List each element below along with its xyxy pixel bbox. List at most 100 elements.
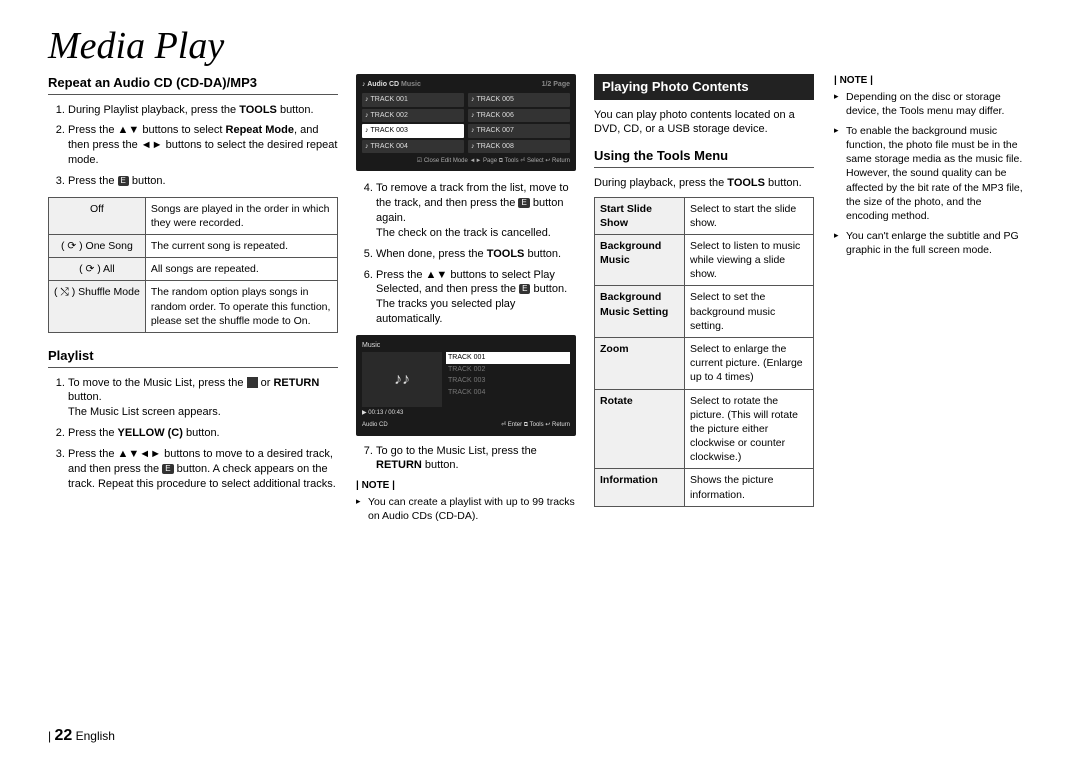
section-tools-header: Using the Tools Menu: [594, 147, 814, 168]
note-item: You can create a playlist with up to 99 …: [356, 495, 576, 523]
table-row: ( ⤭ ) Shuffle ModeThe random option play…: [49, 281, 338, 333]
text: Press the ▲▼ buttons to select: [68, 124, 226, 136]
section-photo-header: Playing Photo Contents: [594, 74, 814, 100]
table-row: Background MusicSelect to listen to musi…: [595, 234, 814, 286]
note-item: You can't enlarge the subtitle and PG gr…: [834, 229, 1024, 257]
content-columns: Repeat an Audio CD (CD-DA)/MP3 During Pl…: [48, 74, 1032, 529]
mode: ( ⟳ ) All: [49, 258, 146, 281]
table-row: Start Slide ShowSelect to start the slid…: [595, 197, 814, 234]
bold: TOOLS: [239, 104, 277, 116]
val: Select to set the background music setti…: [685, 286, 814, 338]
screenshot-header: ♪ Audio CD Music1/2 Page: [362, 80, 570, 89]
text: button.: [129, 175, 166, 187]
page-footer: | 22 English: [48, 727, 115, 745]
table-row: Background Music SettingSelect to set th…: [595, 286, 814, 338]
note-list: You can create a playlist with up to 99 …: [356, 495, 576, 523]
section-playlist-header: Playlist: [48, 347, 338, 368]
key: Information: [595, 469, 685, 506]
bold: RETURN: [273, 377, 319, 389]
note-header: | NOTE |: [356, 479, 576, 493]
intro-text: You can play photo contents located on a…: [594, 108, 814, 138]
album-art: ♪♪: [362, 352, 442, 407]
text: During Playlist playback, press the: [68, 104, 239, 116]
enter-icon: E: [118, 176, 129, 186]
track-cell: ♪ TRACK 002: [362, 109, 464, 122]
track-cell: ♪ TRACK 005: [468, 93, 570, 106]
column-2: ♪ Audio CD Music1/2 Page ♪ TRACK 001 ♪ TR…: [356, 74, 576, 529]
val: Select to enlarge the current picture. (…: [685, 338, 814, 390]
page-number: 22: [54, 727, 72, 744]
screenshot-footer: ☑ Close Edit Mode ◄► Page ⧉ Tools ⏎ Sele…: [362, 157, 570, 165]
bold: RETURN: [376, 459, 422, 471]
step-item: Press the YELLOW (C) button.: [68, 426, 338, 441]
tools-table: Start Slide ShowSelect to start the slid…: [594, 197, 814, 507]
section-repeat-header: Repeat an Audio CD (CD-DA)/MP3: [48, 74, 338, 95]
key: Background Music: [595, 234, 685, 286]
val: Shows the picture information.: [685, 469, 814, 506]
step-item: To move to the Music List, press the or …: [68, 376, 338, 421]
track-list: TRACK 001 TRACK 002 TRACK 003 TRACK 004: [446, 352, 570, 407]
bold: TOOLS: [487, 248, 525, 260]
bold: YELLOW (C): [118, 427, 183, 439]
playlist-steps: To move to the Music List, press the or …: [68, 376, 338, 492]
page-language: English: [76, 729, 115, 743]
playlist-steps-cont: To remove a track from the list, move to…: [376, 181, 576, 327]
step-item: When done, press the TOOLS button.: [376, 247, 576, 262]
column-1: Repeat an Audio CD (CD-DA)/MP3 During Pl…: [48, 74, 338, 529]
track-cell-selected: ♪ TRACK 003: [362, 124, 464, 137]
screenshot-nowplaying: Music ♪♪ TRACK 001 TRACK 002 TRACK 003 T…: [356, 335, 576, 436]
val: Select to listen to music while viewing …: [685, 234, 814, 286]
enter-icon: E: [519, 284, 530, 294]
track-cell: ♪ TRACK 008: [468, 140, 570, 153]
col3-right: | NOTE | Depending on the disc or storag…: [834, 74, 1024, 519]
page-title: Media Play: [48, 24, 1032, 68]
list-item-selected: TRACK 001: [446, 352, 570, 363]
step-item: Press the ▲▼ buttons to select Repeat Mo…: [68, 123, 338, 168]
key: Start Slide Show: [595, 197, 685, 234]
time: ▶ 00:13 / 00:43: [362, 409, 570, 417]
step-item: To go to the Music List, press the RETUR…: [376, 444, 576, 474]
track-cell: ♪ TRACK 007: [468, 124, 570, 137]
step-item: During Playlist playback, press the TOOL…: [68, 103, 338, 118]
table-row: RotateSelect to rotate the picture. (Thi…: [595, 389, 814, 469]
step-item: Press the ▲▼ buttons to select Play Sele…: [376, 268, 576, 327]
stop-icon: [247, 377, 258, 388]
title: Audio CD: [367, 81, 399, 88]
column-3: Playing Photo Contents You can play phot…: [594, 74, 1024, 529]
bold: Repeat Mode: [226, 124, 294, 136]
subtitle: Music: [401, 81, 421, 88]
foot-right: ⏎ Enter ⧉ Tools ↩ Return: [501, 421, 570, 429]
val: Select to rotate the picture. (This will…: [685, 389, 814, 469]
repeat-steps: During Playlist playback, press the TOOL…: [68, 103, 338, 189]
track-cell: ♪ TRACK 006: [468, 109, 570, 122]
note-item: Depending on the disc or storage device,…: [834, 90, 1024, 118]
list-item: TRACK 004: [446, 387, 570, 398]
tools-intro: During playback, press the TOOLS button.: [594, 176, 814, 191]
repeat-modes-table: OffSongs are played in the order in whic…: [48, 197, 338, 333]
note-item: To enable the background music function,…: [834, 124, 1024, 223]
desc: The current song is repeated.: [145, 235, 337, 258]
note-header: | NOTE |: [834, 74, 1024, 88]
enter-icon: E: [518, 198, 529, 208]
step-item: Press the E button.: [68, 174, 338, 189]
table-row: ( ⟳ ) AllAll songs are repeated.: [49, 258, 338, 281]
list-item: TRACK 002: [446, 364, 570, 375]
track-cell: ♪ TRACK 001: [362, 93, 464, 106]
text: button.: [277, 104, 314, 116]
text: Press the: [68, 175, 118, 187]
desc: All songs are repeated.: [145, 258, 337, 281]
list-item: TRACK 003: [446, 375, 570, 386]
table-row: InformationShows the picture information…: [595, 469, 814, 506]
table-row: OffSongs are played in the order in whic…: [49, 197, 338, 234]
screenshot-tracklist: ♪ Audio CD Music1/2 Page ♪ TRACK 001 ♪ TR…: [356, 74, 576, 171]
step-item: Press the ▲▼◄► buttons to move to a desi…: [68, 447, 338, 492]
track-cell: ♪ TRACK 004: [362, 140, 464, 153]
mode: ( ⟳ ) One Song: [49, 235, 146, 258]
key: Rotate: [595, 389, 685, 469]
key: Background Music Setting: [595, 286, 685, 338]
table-row: ZoomSelect to enlarge the current pictur…: [595, 338, 814, 390]
desc: The random option plays songs in random …: [145, 281, 337, 333]
foot-left: Audio CD: [362, 421, 388, 429]
desc: Songs are played in the order in which t…: [145, 197, 337, 234]
enter-icon: E: [162, 464, 173, 474]
